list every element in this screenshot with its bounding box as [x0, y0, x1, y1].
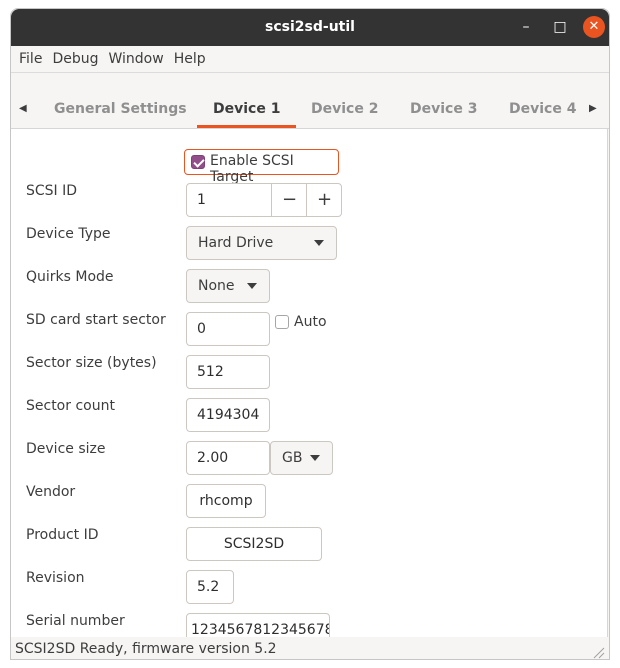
sector-count-input[interactable]: 4194304 — [186, 398, 270, 432]
device-size-input[interactable]: 2.00 — [186, 441, 270, 475]
tab-device-1[interactable]: Device 1 — [196, 90, 298, 128]
size-unit-value: GB — [282, 450, 303, 466]
serial-number-input[interactable]: 1234567812345678 — [186, 613, 330, 637]
menu-file[interactable]: File — [14, 46, 47, 72]
menu-help[interactable]: Help — [169, 46, 211, 72]
increment-icon[interactable]: + — [306, 184, 342, 216]
tab-device-3[interactable]: Device 3 — [410, 90, 477, 128]
app-window: scsi2sd-util – □ ✕ File Debug Window Hel… — [10, 8, 610, 660]
start-sector-input[interactable]: 0 — [186, 312, 270, 346]
size-unit-dropdown[interactable]: GB — [270, 441, 333, 475]
decrement-icon[interactable]: − — [271, 184, 307, 216]
close-icon[interactable]: ✕ — [583, 16, 605, 38]
chevron-down-icon — [247, 283, 257, 289]
title-bar[interactable]: scsi2sd-util – □ ✕ — [11, 9, 609, 46]
device-type-value: Hard Drive — [198, 235, 274, 251]
device-settings-panel: Enable SCSI Target SCSI ID 1 − + Device … — [11, 129, 608, 637]
start-sector-label: SD card start sector — [26, 312, 166, 328]
chevron-down-icon — [310, 455, 320, 461]
sector-count-label: Sector count — [26, 398, 115, 414]
quirks-mode-label: Quirks Mode — [26, 269, 114, 285]
enable-scsi-target-label: Enable SCSI Target — [210, 153, 294, 185]
vendor-input[interactable]: rhcomp — [186, 484, 266, 518]
revision-label: Revision — [26, 570, 85, 586]
minimize-icon[interactable]: – — [515, 16, 537, 38]
tab-device-2[interactable]: Device 2 — [311, 90, 378, 128]
device-type-dropdown[interactable]: Hard Drive — [186, 226, 337, 260]
device-type-label: Device Type — [26, 226, 111, 242]
sector-size-input[interactable]: 512 — [186, 355, 270, 389]
tab-device-4[interactable]: Device 4 — [509, 90, 576, 128]
device-size-label: Device size — [26, 441, 106, 457]
scsi-id-label: SCSI ID — [26, 183, 78, 199]
serial-number-label: Serial number — [26, 613, 125, 629]
menu-debug[interactable]: Debug — [47, 46, 103, 72]
chevron-down-icon — [314, 240, 324, 246]
revision-input[interactable]: 5.2 — [186, 570, 234, 604]
tab-general-settings[interactable]: General Settings — [54, 90, 187, 128]
scsi-id-value[interactable]: 1 — [197, 184, 206, 216]
product-id-label: Product ID — [26, 527, 99, 543]
tab-scroll-right-icon[interactable]: ▶ — [589, 90, 597, 128]
quirks-mode-dropdown[interactable]: None — [186, 269, 270, 303]
auto-checkbox[interactable] — [275, 315, 289, 329]
checkmark-icon[interactable] — [191, 155, 205, 169]
quirks-mode-value: None — [198, 278, 235, 294]
vendor-label: Vendor — [26, 484, 76, 500]
scsi-id-spinner[interactable]: 1 − + — [186, 183, 342, 217]
menu-bar: File Debug Window Help — [11, 46, 609, 73]
menu-window[interactable]: Window — [103, 46, 168, 72]
auto-label: Auto — [294, 314, 327, 330]
enable-scsi-target-checkbox[interactable]: Enable SCSI Target — [184, 149, 339, 185]
tab-bar: ◀ General Settings Device 1 Device 2 Dev… — [11, 90, 609, 129]
status-bar: SCSI2SD Ready, firmware version 5.2 — [11, 637, 609, 659]
maximize-icon[interactable]: □ — [549, 16, 571, 38]
sector-size-label: Sector size (bytes) — [26, 355, 157, 371]
status-text: SCSI2SD Ready, firmware version 5.2 — [15, 641, 277, 657]
tab-scroll-left-icon[interactable]: ◀ — [19, 90, 27, 128]
resize-grip-icon[interactable] — [591, 645, 605, 659]
product-id-input[interactable]: SCSI2SD — [186, 527, 322, 561]
